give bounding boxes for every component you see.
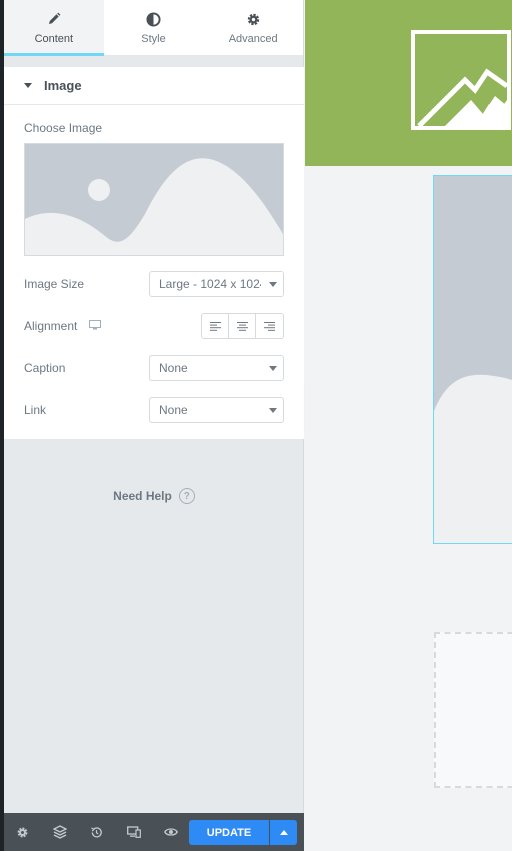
- panel-footer: UPDATE: [4, 813, 304, 851]
- alignment-button-group: [201, 313, 284, 339]
- caret-down-icon: [24, 83, 32, 88]
- alignment-row: Alignment: [24, 313, 284, 339]
- chevron-down-icon: [269, 408, 277, 413]
- caption-label: Caption: [24, 361, 66, 375]
- layers-icon[interactable]: [41, 813, 78, 851]
- preview-eye-icon[interactable]: [152, 813, 189, 851]
- editor-panel: Content Style Advanced Image Choose Imag…: [4, 0, 304, 851]
- tab-label: Content: [34, 33, 74, 45]
- tab-label: Style: [141, 33, 166, 45]
- empty-drop-area[interactable]: [434, 632, 512, 788]
- image-placeholder-icon: [434, 374, 512, 543]
- desktop-monitor-icon[interactable]: [89, 319, 102, 333]
- image-size-label: Image Size: [24, 277, 85, 291]
- image-chooser[interactable]: [24, 143, 284, 256]
- need-help-label: Need Help: [113, 489, 172, 503]
- caption-value: None: [159, 361, 188, 375]
- need-help-link[interactable]: Need Help ?: [4, 488, 304, 504]
- image-size-select[interactable]: Large - 1024 x 1024: [149, 271, 284, 297]
- caret-up-icon: [279, 830, 288, 835]
- align-center-button[interactable]: [229, 314, 256, 338]
- align-center-icon: [236, 321, 248, 331]
- pencil-icon: [47, 10, 61, 28]
- align-left-button[interactable]: [202, 314, 229, 338]
- link-row: Link None: [24, 397, 284, 423]
- tab-label: Advanced: [228, 33, 278, 45]
- question-icon: ?: [178, 488, 195, 504]
- half-circle-icon: [146, 10, 161, 28]
- update-options-button[interactable]: [270, 820, 297, 845]
- chevron-down-icon: [269, 282, 277, 287]
- update-button[interactable]: UPDATE: [189, 820, 269, 845]
- tab-advanced[interactable]: Advanced: [203, 0, 303, 55]
- choose-image-label: Choose Image: [24, 121, 103, 135]
- alignment-label-wrap: Alignment: [24, 319, 102, 333]
- link-value: None: [159, 403, 188, 417]
- align-right-button[interactable]: [256, 314, 283, 338]
- section-title: Image: [44, 78, 82, 93]
- caption-row: Caption None: [24, 355, 284, 381]
- align-right-icon: [264, 321, 275, 331]
- tab-content[interactable]: Content: [4, 0, 104, 56]
- link-label: Link: [24, 403, 47, 417]
- update-button-group: UPDATE: [189, 820, 297, 845]
- tab-style[interactable]: Style: [104, 0, 204, 55]
- section-header[interactable]: Image: [4, 67, 304, 105]
- align-left-icon: [209, 321, 221, 331]
- image-placeholder-icon: [25, 158, 283, 255]
- gear-icon: [246, 10, 261, 28]
- caption-select[interactable]: None: [149, 355, 284, 381]
- image-widget-placeholder[interactable]: [433, 175, 512, 544]
- panel-tabs: Content Style Advanced: [4, 0, 303, 56]
- responsive-icon[interactable]: [115, 813, 152, 851]
- settings-icon[interactable]: [4, 813, 41, 851]
- page-preview: [305, 0, 512, 851]
- link-select[interactable]: None: [149, 397, 284, 423]
- image-section: Image Choose Image Image Size Large - 10…: [4, 67, 304, 439]
- image-size-value: Large - 1024 x 1024: [159, 277, 267, 291]
- chevron-down-icon: [269, 366, 277, 371]
- image-size-row: Image Size Large - 1024 x 1024: [24, 271, 284, 297]
- history-icon[interactable]: [78, 813, 115, 851]
- alignment-label: Alignment: [24, 319, 78, 333]
- mountain-logo-icon: [411, 30, 511, 130]
